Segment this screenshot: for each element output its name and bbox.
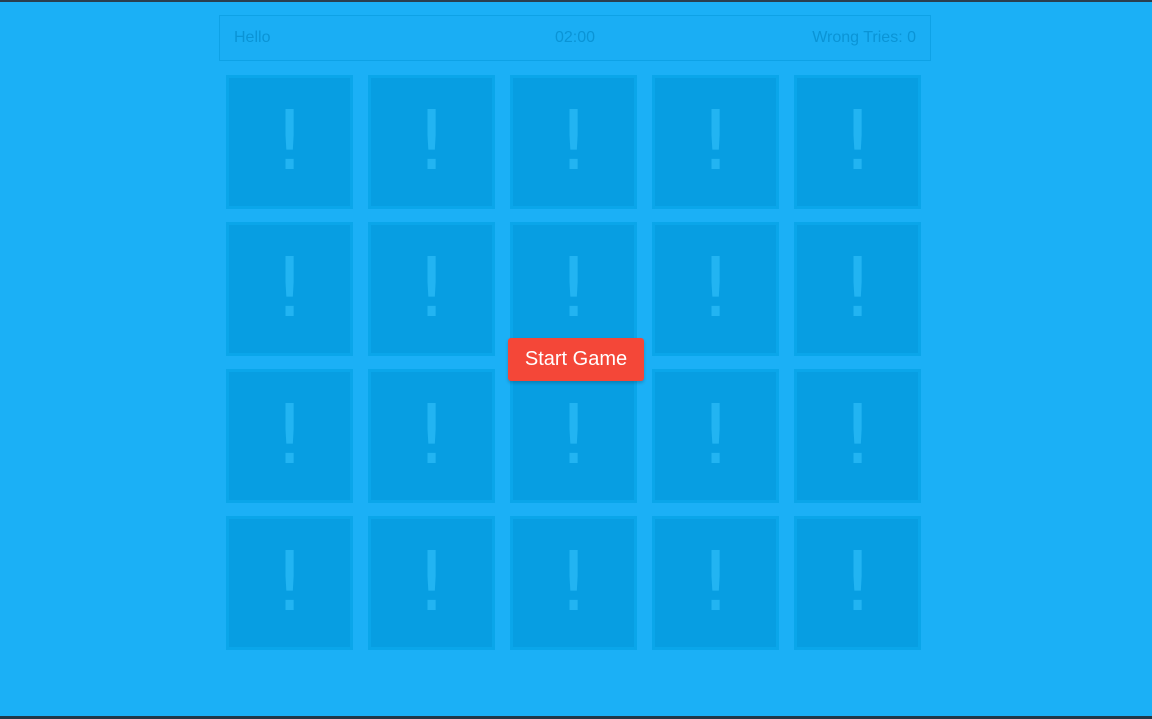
card[interactable]: ! (226, 369, 353, 503)
start-game-button[interactable]: Start Game (508, 338, 644, 381)
card[interactable]: ! (510, 369, 637, 503)
card[interactable]: ! (510, 75, 637, 209)
card[interactable]: ! (368, 75, 495, 209)
card[interactable]: ! (652, 516, 779, 650)
greeting-text: Hello (234, 29, 271, 46)
card[interactable]: ! (510, 222, 637, 356)
card[interactable]: ! (794, 516, 921, 650)
card[interactable]: ! (652, 369, 779, 503)
card[interactable]: ! (226, 516, 353, 650)
card[interactable]: ! (226, 75, 353, 209)
card[interactable]: ! (794, 222, 921, 356)
card[interactable]: ! (368, 369, 495, 503)
status-bar: Hello 02:00 Wrong Tries: 0 (219, 15, 931, 61)
card[interactable]: ! (510, 516, 637, 650)
card[interactable]: ! (652, 222, 779, 356)
timer: 02:00 (554, 29, 596, 46)
card[interactable]: ! (368, 516, 495, 650)
card[interactable]: ! (368, 222, 495, 356)
card[interactable]: ! (226, 222, 353, 356)
wrong-tries-counter: Wrong Tries: 0 (812, 29, 916, 46)
card[interactable]: ! (652, 75, 779, 209)
card[interactable]: ! (794, 75, 921, 209)
card[interactable]: ! (794, 369, 921, 503)
